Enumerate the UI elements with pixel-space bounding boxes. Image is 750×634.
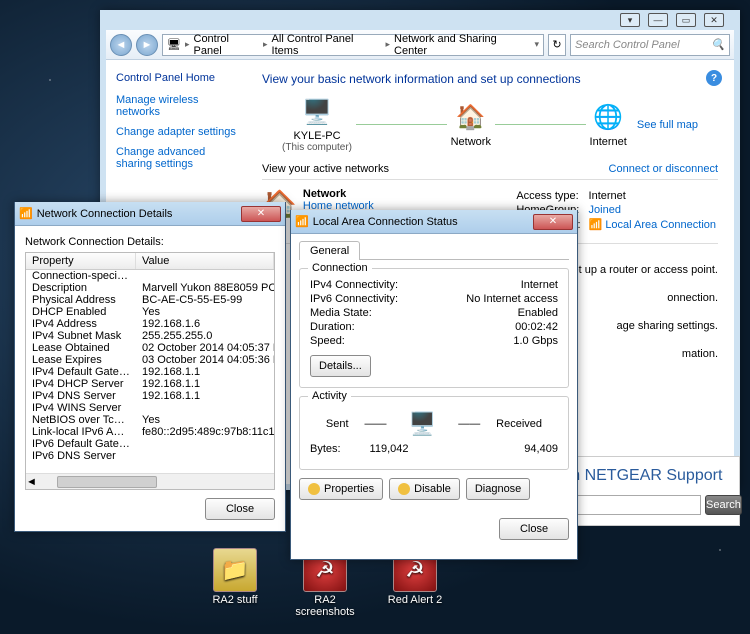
active-networks-label: View your active networks: [262, 163, 389, 175]
table-row[interactable]: Lease Obtained02 October 2014 04:05:37 P…: [26, 342, 274, 354]
crumb-all[interactable]: All Control Panel Items: [272, 33, 382, 57]
table-row[interactable]: DHCP EnabledYes: [26, 306, 274, 318]
help-icon[interactable]: ?: [706, 70, 722, 86]
table-row[interactable]: Connection-specific DN...: [26, 270, 274, 282]
diagnose-btn[interactable]: Diagnose: [466, 478, 530, 500]
search-placeholder: Search Control Panel: [575, 39, 680, 51]
map-internet: 🌐 Internet: [590, 102, 627, 148]
folder-ra2-stuff[interactable]: 📁RA2 stuff: [200, 548, 270, 618]
search-icon: 🔍: [711, 38, 725, 51]
sidebar-sharing[interactable]: Change advanced sharing settings: [116, 146, 236, 170]
table-row[interactable]: DescriptionMarvell Yukon 88E8059 PCI-E G…: [26, 282, 274, 294]
kv-row: Speed:1.0 Gbps: [310, 335, 558, 347]
table-row[interactable]: Physical AddressBC-AE-C5-55-E5-99: [26, 294, 274, 306]
back-btn[interactable]: ◄: [110, 34, 132, 56]
computer-icon: 🖥: [167, 38, 181, 51]
computer-icon: 🖥️: [301, 96, 333, 128]
sidebar-adapter[interactable]: Change adapter settings: [116, 126, 236, 138]
network-icon: 🏠: [455, 102, 487, 134]
kv-row: Duration:00:02:42: [310, 321, 558, 333]
h-scrollbar[interactable]: ◄: [26, 473, 274, 489]
table-row[interactable]: IPv4 DHCP Server192.168.1.1: [26, 378, 274, 390]
page-heading: View your basic network information and …: [262, 72, 718, 86]
close-btn[interactable]: ✕: [704, 13, 724, 27]
refresh-btn[interactable]: ↻: [548, 34, 566, 56]
tab-general[interactable]: General: [299, 241, 360, 260]
maximize-btn[interactable]: ▭: [676, 13, 696, 27]
search-input[interactable]: Search Control Panel 🔍: [570, 34, 730, 56]
connection-link[interactable]: Local Area Connection: [605, 219, 716, 231]
col-value[interactable]: Value: [136, 253, 274, 269]
dropdown-btn[interactable]: ▾: [620, 13, 640, 27]
bytes-recv: 94,409: [524, 443, 558, 455]
lac-window: 📶 Local Area Connection Status ✕ General…: [290, 210, 578, 560]
breadcrumb[interactable]: 🖥▸ Control Panel▸ All Control Panel Item…: [162, 34, 544, 56]
map-network: 🏠 Network: [451, 102, 491, 148]
folder-icon: 📁: [213, 548, 257, 592]
table-row[interactable]: IPv6 Default Gateway: [26, 438, 274, 450]
table-row[interactable]: Link-local IPv6 Addressfe80::2d95:489c:9…: [26, 426, 274, 438]
table-row[interactable]: IPv4 Address192.168.1.6: [26, 318, 274, 330]
map-pc: 🖥️ KYLE-PC (This computer): [282, 96, 352, 153]
homegroup-link[interactable]: Joined: [589, 204, 621, 216]
details-btn[interactable]: Details...: [310, 355, 371, 377]
network-icon: 📶: [19, 207, 33, 220]
kv-row: Media State:Enabled: [310, 307, 558, 319]
netgear-search-btn[interactable]: Search: [705, 495, 742, 515]
crumb-cp[interactable]: Control Panel: [194, 33, 260, 57]
table-row[interactable]: IPv6 DNS Server: [26, 450, 274, 462]
activity-group: Activity Sent —— 🖥️ —— Received Bytes: 1…: [299, 396, 569, 470]
close-btn[interactable]: ✕: [533, 214, 573, 230]
properties-btn[interactable]: Properties: [299, 478, 383, 500]
table-row[interactable]: IPv4 Default Gateway192.168.1.1: [26, 366, 274, 378]
col-property[interactable]: Property: [26, 253, 136, 269]
kv-row: IPv4 Connectivity:Internet: [310, 279, 558, 291]
bytes-sent: 119,042: [370, 443, 409, 455]
close-btn[interactable]: ✕: [241, 206, 281, 222]
close-button[interactable]: Close: [205, 498, 275, 520]
table-row[interactable]: IPv4 WINS Server: [26, 402, 274, 414]
ncd-window: 📶 Network Connection Details ✕ Network C…: [14, 202, 286, 532]
monitor-icon: 🖥️: [402, 409, 442, 439]
ncd-label: Network Connection Details:: [25, 236, 275, 248]
sidebar-home[interactable]: Control Panel Home: [116, 72, 236, 84]
minimize-btn[interactable]: —: [648, 13, 668, 27]
sidebar-wireless[interactable]: Manage wireless networks: [116, 94, 236, 118]
network-icon: 📶: [295, 215, 309, 228]
close-button[interactable]: Close: [499, 518, 569, 540]
window-controls: ▾ — ▭ ✕: [106, 10, 734, 30]
ncd-title: Network Connection Details: [37, 208, 173, 220]
connect-disconnect[interactable]: Connect or disconnect: [609, 163, 718, 175]
table-row[interactable]: IPv4 DNS Server192.168.1.1: [26, 390, 274, 402]
fwd-btn[interactable]: ►: [136, 34, 158, 56]
table-row[interactable]: IPv4 Subnet Mask255.255.255.0: [26, 330, 274, 342]
network-name: Network: [303, 188, 374, 200]
table-row[interactable]: NetBIOS over Tcpip En...Yes: [26, 414, 274, 426]
kv-row: IPv6 Connectivity:No Internet access: [310, 293, 558, 305]
table-row[interactable]: Lease Expires03 October 2014 04:05:36 PM: [26, 354, 274, 366]
toolbar: ◄ ► 🖥▸ Control Panel▸ All Control Panel …: [106, 30, 734, 60]
see-full-map[interactable]: See full map: [637, 119, 698, 131]
globe-icon: 🌐: [592, 102, 624, 134]
crumb-nsc[interactable]: Network and Sharing Center: [394, 33, 530, 57]
disable-btn[interactable]: Disable: [389, 478, 460, 500]
lac-title: Local Area Connection Status: [313, 216, 458, 228]
ncd-grid: Property Value Connection-specific DN...…: [25, 252, 275, 490]
connection-group: Connection IPv4 Connectivity:InternetIPv…: [299, 268, 569, 388]
